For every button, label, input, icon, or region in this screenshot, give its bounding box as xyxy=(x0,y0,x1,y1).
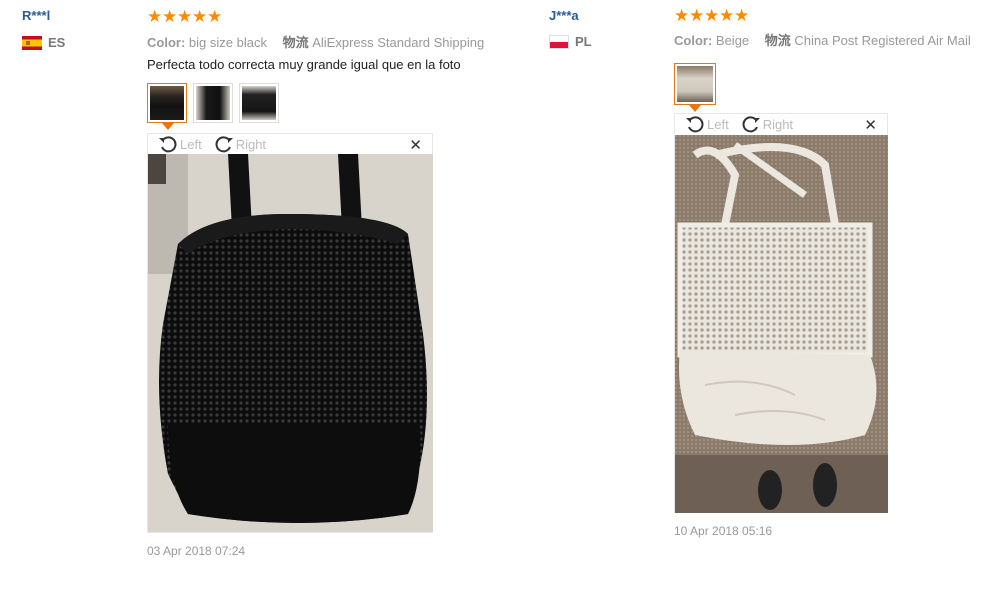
color-label: Color: xyxy=(147,35,186,50)
order-info: Color: big size black 物流 AliExpress Stan… xyxy=(147,32,484,51)
review-date: 03 Apr 2018 07:24 xyxy=(147,544,246,558)
photo-viewer: Left Right ✕ xyxy=(674,113,888,513)
rotate-left-icon xyxy=(159,136,177,153)
shipping-label: 物流 xyxy=(282,35,309,50)
star-icon: ★ xyxy=(192,7,208,26)
beige-mesh-bag-photo xyxy=(675,135,888,513)
photo-thumbnails xyxy=(674,63,716,112)
star-icon: ★ xyxy=(689,6,705,25)
close-icon[interactable]: ✕ xyxy=(409,136,422,154)
rotate-right-label: Right xyxy=(235,136,267,152)
rotate-right-icon xyxy=(215,136,233,153)
rotate-left-icon xyxy=(686,116,704,133)
rotate-left-label: Left xyxy=(180,136,202,152)
shipping-value: China Post Registered Air Mail xyxy=(794,33,971,48)
country-code: PL xyxy=(575,34,592,49)
reviewer-country: ES xyxy=(22,35,65,50)
review-photo xyxy=(675,135,888,513)
star-icon: ★ xyxy=(734,6,750,25)
photo-thumbnails xyxy=(147,83,279,130)
spain-flag-icon xyxy=(22,35,42,50)
star-rating: ★ ★ ★ ★ ★ xyxy=(674,6,750,25)
photo-viewer: Left Right ✕ xyxy=(147,133,433,533)
rotate-right-label: Right xyxy=(762,116,794,132)
shipping-value: AliExpress Standard Shipping xyxy=(312,35,485,50)
rotate-left-button[interactable]: Left xyxy=(685,115,729,133)
viewer-toolbar: Left Right ✕ xyxy=(148,134,432,154)
reviewer-country: PL xyxy=(549,34,592,49)
color-label: Color: xyxy=(674,33,713,48)
star-icon: ★ xyxy=(719,6,735,25)
star-icon: ★ xyxy=(147,7,163,26)
rotate-left-label: Left xyxy=(707,116,729,132)
poland-flag-icon xyxy=(549,34,569,49)
star-icon: ★ xyxy=(674,6,690,25)
shipping-label: 物流 xyxy=(764,33,791,48)
color-value: big size black xyxy=(188,35,267,50)
viewer-toolbar: Left Right ✕ xyxy=(675,114,887,134)
rotate-right-icon xyxy=(742,116,760,133)
close-icon[interactable]: ✕ xyxy=(864,116,877,134)
review-comment: Perfecta todo correcta muy grande igual … xyxy=(147,57,461,72)
photo-thumbnail[interactable] xyxy=(674,63,716,112)
photo-thumbnail[interactable] xyxy=(239,83,279,123)
rotate-right-button[interactable]: Right xyxy=(741,115,793,133)
star-icon: ★ xyxy=(177,7,193,26)
star-icon: ★ xyxy=(704,6,720,25)
reviewer-name[interactable]: J***a xyxy=(549,8,579,23)
reviewer-name[interactable]: R***l xyxy=(22,8,50,23)
star-icon: ★ xyxy=(162,7,178,26)
order-info: Color: Beige 物流 China Post Registered Ai… xyxy=(674,30,971,49)
star-icon: ★ xyxy=(207,7,223,26)
review-date: 10 Apr 2018 05:16 xyxy=(674,524,773,538)
photo-thumbnail[interactable] xyxy=(147,83,187,130)
star-rating: ★ ★ ★ ★ ★ xyxy=(147,7,223,26)
color-value: Beige xyxy=(715,33,750,48)
rotate-right-button[interactable]: Right xyxy=(214,135,266,153)
country-code: ES xyxy=(48,35,66,50)
review-photo xyxy=(148,154,433,532)
photo-thumbnail[interactable] xyxy=(193,83,233,123)
rotate-left-button[interactable]: Left xyxy=(158,135,202,153)
black-mesh-bag-photo xyxy=(148,154,433,532)
